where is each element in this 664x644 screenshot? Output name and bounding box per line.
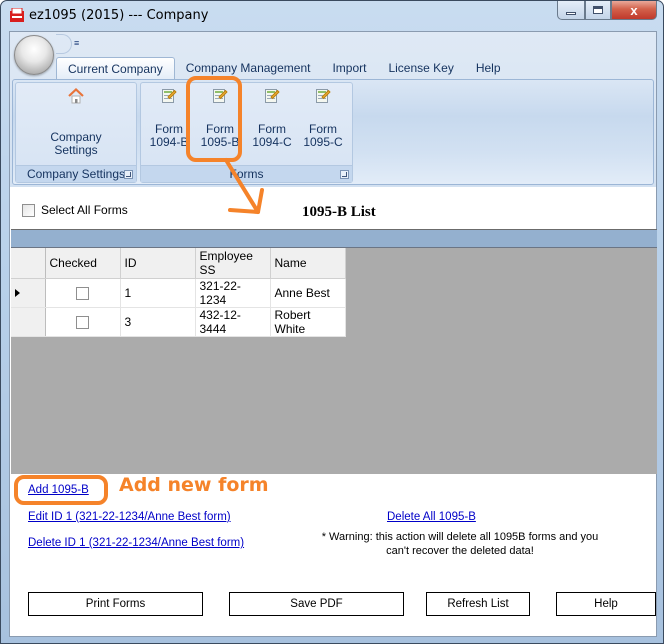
annotation-add-new-form: Add new form (119, 474, 269, 496)
cell-checked[interactable] (45, 278, 121, 308)
list-title: 1095-B List (302, 204, 376, 220)
delete-form-link[interactable]: Delete ID 1 (321-22-1234/Anne Best form) (28, 537, 244, 549)
cell-id[interactable]: 3 (120, 307, 196, 337)
home-icon (68, 88, 84, 104)
group-label-forms: Forms (141, 165, 352, 182)
form-1094b-line2: 1094-B (149, 135, 189, 149)
app-icon (10, 8, 24, 22)
row-checkbox[interactable] (76, 287, 89, 301)
delete-all-1095b-link[interactable]: Delete All 1095-B (387, 511, 476, 523)
checkbox-icon[interactable] (22, 203, 35, 217)
form-edit-icon (315, 88, 331, 104)
company-settings-button[interactable]: Company Settings (16, 83, 136, 165)
save-pdf-button[interactable]: Save PDF (229, 592, 404, 616)
print-forms-button[interactable]: Print Forms (28, 592, 203, 616)
app-window: ez1095 (2015) --- Company x ≡ Current Co… (0, 0, 664, 644)
ribbon: ≡ Current Company Company Management Imp… (10, 32, 656, 187)
annotation-highlight-add-link (14, 475, 108, 505)
warning-line-2: can't recover the deleted data! (386, 545, 534, 557)
form-edit-icon (264, 88, 280, 104)
client-area: ≡ Current Company Company Management Imp… (9, 31, 657, 637)
tab-import[interactable]: Import (321, 57, 377, 79)
minimize-icon (566, 11, 576, 15)
column-header-name[interactable]: Name (270, 248, 346, 279)
row-selector[interactable] (11, 278, 46, 308)
help-button[interactable]: Help (556, 592, 656, 616)
form-1095c-line2: 1095-C (303, 135, 343, 149)
minimize-button[interactable] (557, 1, 585, 20)
form-1094c-line2: 1094-C (252, 135, 292, 149)
group-label-company-settings: Company Settings (16, 165, 136, 182)
row-selector[interactable] (11, 307, 46, 337)
cell-employee-ss[interactable]: 432-12-3444 (195, 307, 271, 337)
edit-form-link[interactable]: Edit ID 1 (321-22-1234/Anne Best form) (28, 511, 231, 523)
group-company-settings: Company Settings Company Settings (15, 82, 137, 183)
ribbon-panel: Company Settings Company Settings Form 1… (12, 79, 654, 185)
current-row-icon (15, 289, 20, 297)
form-1095c-button[interactable]: Form 1095-C (301, 83, 345, 165)
column-header-id[interactable]: ID (120, 248, 196, 279)
ribbon-tabs: Current Company Company Management Impor… (56, 57, 512, 79)
column-header-checked[interactable]: Checked (45, 248, 121, 279)
table-row[interactable]: 1 321-22-1234 Anne Best (11, 278, 346, 308)
form-1094c-button[interactable]: Form 1094-C (250, 83, 294, 165)
row-checkbox[interactable] (76, 316, 89, 330)
tab-license-key[interactable]: License Key (377, 57, 464, 79)
column-header-employee-ss[interactable]: Employee SS (195, 248, 271, 279)
application-menu-button[interactable] (14, 35, 54, 75)
company-settings-launcher-icon[interactable] (124, 170, 133, 179)
select-all-forms-checkbox[interactable]: Select All Forms (22, 203, 128, 217)
grid-caption-bar (11, 230, 657, 248)
cell-id[interactable]: 1 (120, 278, 196, 308)
title-bar[interactable]: ez1095 (2015) --- Company x (1, 1, 663, 31)
form-edit-icon (161, 88, 177, 104)
tab-current-company[interactable]: Current Company (56, 57, 175, 79)
delete-warning: * Warning: this action will delete all 1… (310, 530, 610, 558)
group-forms: Form 1094-B Form 1095-B Form 1094-C Form… (140, 82, 353, 183)
close-icon: x (630, 2, 638, 18)
annotation-highlight-form-1095b (186, 76, 242, 162)
maximize-button[interactable] (585, 1, 611, 20)
window-title: ez1095 (2015) --- Company (29, 8, 209, 23)
cell-employee-ss[interactable]: 321-22-1234 (195, 278, 271, 308)
form-1094b-button[interactable]: Form 1094-B (147, 83, 191, 165)
warning-line-1: * Warning: this action will delete all 1… (321, 531, 599, 543)
row-header-corner (11, 248, 46, 279)
maximize-icon (593, 6, 603, 14)
tab-help[interactable]: Help (465, 57, 512, 79)
company-settings-line2: Settings (54, 143, 98, 157)
refresh-list-button[interactable]: Refresh List (426, 592, 530, 616)
window-controls: x (557, 1, 657, 21)
select-all-forms-label: Select All Forms (41, 203, 128, 217)
table-header-row: Checked ID Employee SS Name (11, 248, 346, 279)
forms-table: Checked ID Employee SS Name 1 321-22-123… (11, 248, 346, 337)
forms-launcher-icon[interactable] (340, 170, 349, 179)
table-row[interactable]: 3 432-12-3444 Robert White (11, 307, 346, 337)
quick-access-toolbar (56, 34, 72, 54)
cell-name[interactable]: Robert White (270, 307, 346, 337)
cell-name[interactable]: Anne Best (270, 278, 346, 308)
close-button[interactable]: x (611, 1, 657, 20)
customize-qat-icon[interactable]: ≡ (74, 38, 79, 48)
cell-checked[interactable] (45, 307, 121, 337)
forms-grid: Checked ID Employee SS Name 1 321-22-123… (11, 229, 657, 474)
